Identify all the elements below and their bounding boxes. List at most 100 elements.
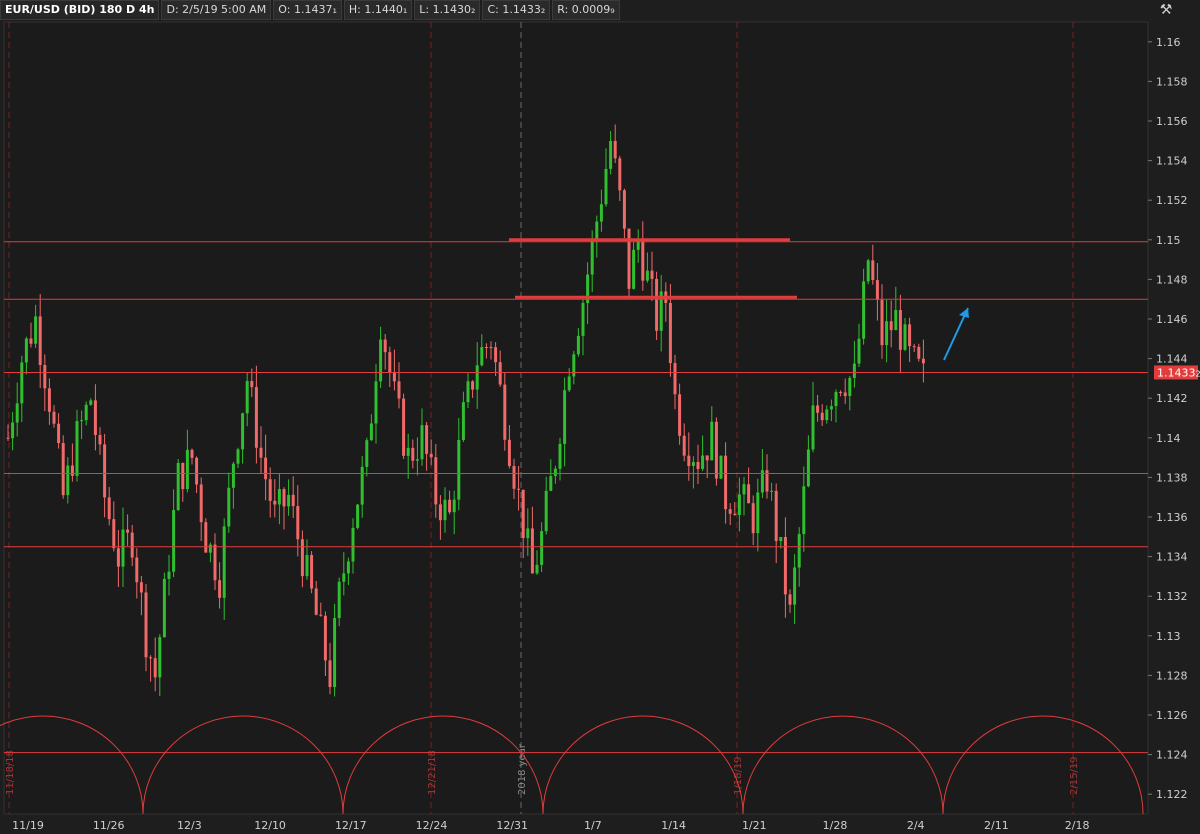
candle-body xyxy=(61,443,65,496)
candle-body xyxy=(742,484,746,495)
candle-body xyxy=(747,484,751,504)
candle-body xyxy=(862,281,866,339)
candle-body xyxy=(448,499,452,513)
candle-body xyxy=(632,249,636,289)
price-chart[interactable]: 11/18/18 12/21/18 2018 year 1/18/19 2/15/19 … xyxy=(0,0,1200,834)
candle-body xyxy=(678,394,682,436)
candle-body xyxy=(369,423,373,441)
candle-body xyxy=(218,580,222,598)
candle-body xyxy=(517,488,521,490)
candle-body xyxy=(917,346,921,359)
candle-body xyxy=(480,347,484,366)
candle-body xyxy=(135,557,139,583)
candle-body xyxy=(406,447,410,456)
candle-body xyxy=(277,489,281,505)
y-tick-label: 1.146 xyxy=(1156,313,1188,326)
candle-body xyxy=(912,346,916,348)
y-tick-label: 1.148 xyxy=(1156,273,1188,286)
y-tick-label: 1.13 xyxy=(1156,630,1181,643)
candle-body xyxy=(576,335,580,355)
candle-body xyxy=(107,497,111,520)
y-tick-label: 1.156 xyxy=(1156,115,1188,128)
candle-body xyxy=(429,453,433,458)
candle-body xyxy=(788,594,792,605)
candle-body xyxy=(521,489,525,539)
candle-body xyxy=(668,302,672,364)
candle-body xyxy=(319,614,323,616)
candle-body xyxy=(783,536,787,595)
candle-body xyxy=(291,494,295,507)
candle-body xyxy=(848,377,852,397)
candle-body xyxy=(852,363,856,378)
y-tick-label: 1.154 xyxy=(1156,155,1188,168)
candle-body xyxy=(70,465,74,476)
candle-body xyxy=(710,421,714,461)
candle-body xyxy=(687,455,691,467)
candle-body xyxy=(241,413,245,450)
candle-body xyxy=(144,592,148,658)
candle-body xyxy=(438,504,442,521)
candle-body xyxy=(264,457,268,480)
candle-body xyxy=(894,310,898,331)
candle-body xyxy=(553,468,557,477)
candle-body xyxy=(903,324,907,350)
y-tick-label: 1.134 xyxy=(1156,551,1188,564)
x-tick-label: 11/19 xyxy=(12,819,44,832)
y-tick-label: 1.132 xyxy=(1156,590,1188,603)
candle-body xyxy=(484,347,488,349)
candle-body xyxy=(825,409,829,421)
candle-body xyxy=(172,510,176,572)
candle-body xyxy=(268,479,272,501)
x-tick-label: 2/11 xyxy=(984,819,1009,832)
candle-body xyxy=(310,555,314,589)
candle-body xyxy=(507,439,511,467)
candle-body xyxy=(650,270,654,279)
x-tick-label: 12/10 xyxy=(254,819,286,832)
candle-body xyxy=(103,444,107,498)
candle-body xyxy=(457,439,461,500)
vertical-marker-label: 11/18/18 xyxy=(5,750,16,795)
candle-body xyxy=(641,239,645,281)
candle-body xyxy=(356,504,360,528)
candle-body xyxy=(908,324,912,347)
candle-body xyxy=(57,423,61,444)
candle-body xyxy=(75,421,79,476)
candle-body xyxy=(126,529,130,533)
candle-body xyxy=(195,457,199,485)
candle-body xyxy=(549,476,553,491)
candle-body xyxy=(11,422,15,439)
x-tick-label: 2/18 xyxy=(1065,819,1090,832)
candle-body xyxy=(84,404,88,421)
candle-body xyxy=(811,405,815,450)
candle-body xyxy=(461,402,465,440)
candle-body xyxy=(871,260,875,281)
candle-body xyxy=(80,420,84,422)
candle-body xyxy=(121,529,125,567)
candle-body xyxy=(360,466,364,505)
candle-body xyxy=(581,303,585,336)
candle-body xyxy=(498,362,502,385)
candle-body xyxy=(728,509,732,514)
candle-body xyxy=(420,425,424,460)
candle-body xyxy=(572,354,576,377)
candle-body xyxy=(806,449,810,487)
candle-body xyxy=(346,561,350,574)
candle-body xyxy=(6,437,10,439)
candle-body xyxy=(604,168,608,205)
candle-body xyxy=(705,455,709,461)
candle-body xyxy=(328,660,332,688)
y-tick-label: 1.16 xyxy=(1156,36,1181,49)
candle-body xyxy=(834,391,838,407)
candle-body xyxy=(130,532,134,558)
y-tick-label: 1.138 xyxy=(1156,471,1188,484)
candle-body xyxy=(282,489,286,507)
candle-body xyxy=(351,527,355,562)
x-tick-label: 1/28 xyxy=(823,819,848,832)
x-tick-label: 1/7 xyxy=(584,819,602,832)
vertical-marker-label: 2018 year xyxy=(517,743,528,795)
candle-body xyxy=(383,339,387,353)
candle-body xyxy=(471,381,475,390)
y-tick-label: 1.124 xyxy=(1156,749,1188,762)
candle-body xyxy=(512,466,516,489)
x-tick-label: 12/3 xyxy=(177,819,202,832)
